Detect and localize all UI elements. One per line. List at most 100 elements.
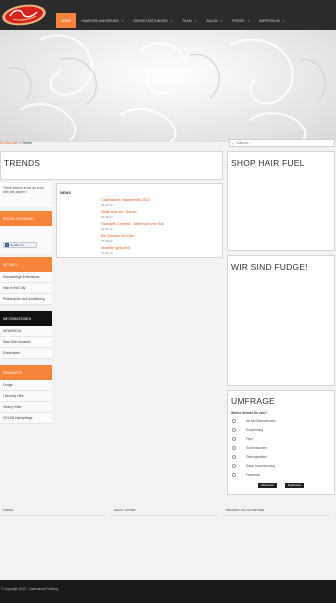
- produkt-link[interactable]: Heavy Hitter: [0, 402, 52, 413]
- news-title[interactable]: Ein Gewinn für Dich: [101, 234, 135, 238]
- news-title[interactable]: Stellt sich vor: Daniel: [101, 210, 136, 214]
- aktuell-heading: AKTUELL: [0, 257, 52, 272]
- chevron-down-icon: ▾: [194, 18, 197, 23]
- bottom-bar: [0, 580, 336, 603]
- footer-divider: [0, 515, 106, 516]
- nav-home[interactable]: HOME: [56, 13, 77, 28]
- news-date: 27.08.12: [101, 239, 113, 243]
- news-title[interactable]: Modelle gesucht!: [101, 246, 130, 250]
- aktuell-link[interactable]: Hochwertige Extensions: [0, 272, 52, 283]
- poll-option[interactable]: Ich bin Stammkundin: [232, 419, 276, 423]
- chevron-down-icon: ▾: [247, 18, 250, 23]
- nav-impressum-label: IMPRESSUM: [259, 18, 280, 23]
- radio-icon[interactable]: [232, 455, 236, 459]
- footer-col-beverly-hills: I BEVERLY HILLS PARTNER: [225, 508, 265, 512]
- site-logo[interactable]: [1, 3, 48, 27]
- chevron-down-icon: ▾: [122, 18, 124, 23]
- news-date: 09.08.12: [101, 203, 113, 207]
- produkt-link[interactable]: CELEB Handpflege: [0, 413, 52, 424]
- copyright-text: © Copyright 2012 - Cakesalons Freiburg: [1, 587, 59, 591]
- nav-haarverlaengerung[interactable]: HAARVERLÄNGERUNG ▾: [76, 13, 128, 28]
- fudge-title: WIR SIND FUDGE!: [231, 262, 308, 272]
- info-link[interactable]: NEWSSEAL: [0, 326, 52, 337]
- poll-option-label: Zeitungsartikel: [246, 455, 267, 459]
- radio-icon[interactable]: [232, 464, 236, 468]
- social-network-heading: SOCIAL NETWORK: [0, 211, 52, 226]
- radio-icon[interactable]: [232, 419, 236, 423]
- poll-title: UMFRAGE: [231, 396, 275, 406]
- nav-impressum[interactable]: IMPRESSUM ▾: [254, 13, 289, 28]
- results-button[interactable]: Ergebnisse: [285, 483, 304, 488]
- poll-option-label: Salon Auszeichnung: [246, 464, 275, 468]
- news-label: NEWS: [60, 191, 71, 195]
- player-error-text: There seems to be an error with the play…: [0, 183, 52, 207]
- nav-dienstleistungen[interactable]: DIENSTLEISTUNGEN ▾: [129, 13, 178, 28]
- fudge-box: WIR SIND FUDGE!: [227, 255, 335, 386]
- news-item[interactable]: Cakesalons Haartrends 2012 09.08.12: [101, 198, 150, 207]
- facebook-like-label: Gefällt mir: [10, 243, 24, 247]
- nav-dienstleistungen-label: DIENSTLEISTUNGEN: [133, 18, 168, 23]
- radio-icon[interactable]: [232, 437, 236, 441]
- poll-option-label: Empfehlung: [246, 428, 264, 432]
- facebook-like-button[interactable]: f Gefällt mir: [3, 242, 37, 248]
- breadcrumb: Du bist hier: » Home: [0, 141, 32, 145]
- poll-option-label: Suchmaschine: [246, 446, 267, 450]
- news-date: 09.08.12: [101, 215, 113, 219]
- poll-option-label: Facebook: [246, 473, 260, 477]
- poll-option[interactable]: Suchmaschine: [232, 446, 267, 450]
- poll-option-label: Flyer: [246, 437, 254, 441]
- nav-salon[interactable]: SALON ▾: [201, 13, 227, 28]
- poll-option[interactable]: Zeitungsartikel: [232, 455, 267, 459]
- social-widget: f Gefällt mir: [0, 226, 52, 254]
- breadcrumb-link[interactable]: Du bist hier:: [0, 141, 19, 145]
- nav-team[interactable]: TEAM ▾: [177, 13, 201, 28]
- main-nav: HOME HAARVERLÄNGERUNG ▾ DIENSTLEISTUNGEN ▾…: [56, 13, 289, 28]
- informationen-heading: INFORMATIONEN: [0, 311, 52, 326]
- poll-box: UMFRAGE Woher kennst Du uns?: [227, 390, 335, 495]
- nav-home-label: HOME: [61, 18, 72, 23]
- news-item[interactable]: Stellt sich vor: Daniel 09.08.12: [101, 210, 136, 219]
- search-box: ⌕: [229, 139, 335, 147]
- news-box: NEWS: [56, 183, 223, 258]
- poll-option[interactable]: Salon Auszeichnung: [232, 464, 275, 468]
- footer-divider: [224, 515, 330, 516]
- info-link[interactable]: Was Dich erwartet: [0, 337, 52, 348]
- info-link[interactable]: Gutscheine: [0, 348, 52, 359]
- nav-preise-label: PREISE: [232, 18, 245, 23]
- produkte-heading: PRODUKTE: [0, 365, 52, 380]
- chevron-down-icon: ▾: [282, 18, 285, 23]
- poll-option-label: Ich bin Stammkundin: [246, 419, 276, 423]
- left-sidebar: There seems to be an error with the play…: [0, 183, 52, 424]
- news-item[interactable]: Hairstyle-Contest - Stellt sich vor: Ela…: [101, 222, 164, 231]
- trends-title: TRENDS: [4, 158, 41, 168]
- hero-banner: [0, 30, 336, 142]
- news-item[interactable]: Modelle gesucht! 27.08.12: [101, 246, 130, 255]
- news-title[interactable]: Cakesalons Haartrends 2012: [101, 198, 150, 202]
- aktuell-link[interactable]: Philosophie und Ausbildung: [0, 294, 52, 305]
- chevron-down-icon: ▾: [220, 18, 223, 23]
- poll-option[interactable]: Flyer: [232, 437, 253, 441]
- news-title[interactable]: Hairstyle-Contest - Stellt sich vor: Ela: [101, 222, 164, 226]
- aktuell-link[interactable]: Hair in the City: [0, 283, 52, 294]
- nav-team-label: TEAM: [182, 18, 192, 23]
- poll-option[interactable]: Empfehlung: [232, 428, 263, 432]
- shop-title: SHOP HAIR FUEL: [231, 158, 305, 168]
- chevron-down-icon: ▾: [170, 18, 173, 23]
- swirl-ornament: [4, 34, 326, 142]
- radio-icon[interactable]: [232, 473, 236, 477]
- news-date: 09.08.12: [101, 227, 113, 231]
- radio-icon[interactable]: [232, 446, 236, 450]
- search-icon[interactable]: ⌕: [232, 141, 234, 146]
- search-input[interactable]: [236, 141, 327, 145]
- produkt-link[interactable]: I Beverly Hills: [0, 391, 52, 402]
- nav-preise[interactable]: PREISE ▾: [227, 13, 254, 28]
- produkt-link[interactable]: Fudge: [0, 380, 52, 391]
- footer-col-heavy-hitter: HEAVY HITTER: [114, 508, 136, 512]
- vote-button[interactable]: Abstimmen: [258, 483, 277, 488]
- radio-icon[interactable]: [232, 428, 236, 432]
- news-item[interactable]: Ein Gewinn für Dich 27.08.12: [101, 234, 135, 243]
- poll-option[interactable]: Facebook: [232, 473, 260, 477]
- shop-hair-fuel-box: SHOP HAIR FUEL: [227, 151, 335, 251]
- footer-col-fudge: FUDGE: [3, 508, 14, 512]
- breadcrumb-separator: »: [19, 141, 22, 145]
